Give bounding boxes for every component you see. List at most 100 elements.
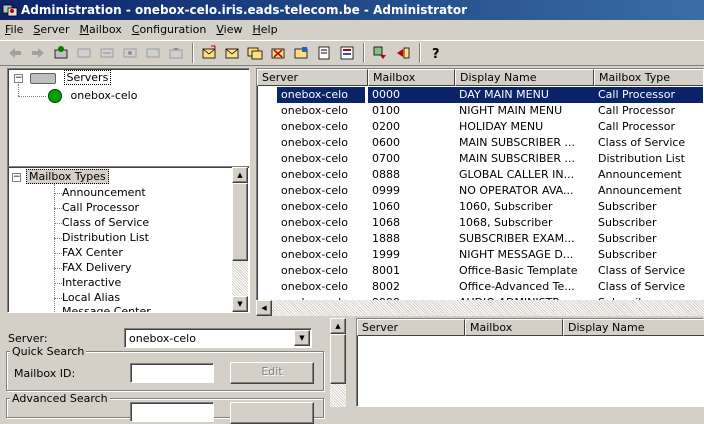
disconnect-icon[interactable] — [119, 43, 141, 63]
title-bar[interactable]: Administration - onebox-celo.iris.eads-t… — [0, 0, 704, 20]
edit-button[interactable]: Edit — [230, 362, 314, 384]
column-header-mailbox-type[interactable]: Mailbox Type — [594, 69, 703, 86]
cell-mailbox: 1999 — [372, 248, 400, 261]
table-row[interactable]: onebox-celo 0200 HOLIDAY MENU Call Processo… — [257, 119, 703, 135]
forward-icon[interactable] — [27, 43, 49, 63]
search-panel-scrollbar[interactable]: ▲ — [330, 318, 346, 407]
scroll-thumb[interactable] — [330, 334, 346, 384]
tree-item-message-center[interactable]: Message Center — [62, 304, 151, 312]
collapse-icon[interactable]: − — [14, 74, 23, 83]
table-row[interactable]: onebox-celo 1888 SUBSCRIBER EXAM... Subscri… — [257, 231, 703, 247]
table-row[interactable]: onebox-celo 0700 MAIN SUBSCRIBER ... Distri… — [257, 151, 703, 167]
results-grid[interactable]: Server Mailbox Display Name — [356, 318, 704, 407]
tree-item-class-of-service[interactable]: Class of Service — [62, 215, 149, 231]
table-row[interactable]: onebox-celo 0999 NO OPERATOR AVA... Announc… — [257, 183, 703, 199]
chevron-down-icon[interactable]: ▼ — [294, 330, 310, 346]
table-row[interactable]: onebox-celo 8002 Office-Advanced Te... Clas… — [257, 279, 703, 295]
results-column-header-display-name[interactable]: Display Name — [563, 319, 704, 336]
menu-configuration[interactable]: Configuration — [127, 21, 212, 39]
mailbox-grid[interactable]: Server Mailbox Display Name Mailbox Type… — [256, 68, 704, 311]
cell-type: Announcement — [598, 184, 682, 197]
tree-item-call-processor[interactable]: Call Processor — [62, 200, 139, 216]
tree-item-distribution-list[interactable]: Distribution List — [62, 230, 149, 246]
toolbar-separator — [192, 43, 194, 63]
edit-mailbox-icon[interactable] — [221, 43, 243, 63]
collapse-icon[interactable]: − — [12, 173, 21, 182]
cell-mailbox: 1068 — [372, 216, 400, 229]
toolbar: ? — [0, 40, 704, 66]
grid-hscrollbar[interactable]: ◀ — [256, 300, 704, 316]
cell-name: NO OPERATOR AVA... — [459, 184, 574, 197]
table-row[interactable]: onebox-celo 0600 MAIN SUBSCRIBER ... Class … — [257, 135, 703, 151]
table-row[interactable]: onebox-celo 0888 GLOBAL CALLER IN... Announ… — [257, 167, 703, 183]
cell-mailbox: 0999 — [372, 184, 400, 197]
tree-item-announcement[interactable]: Announcement — [62, 185, 146, 201]
tree-item-onebox-celo[interactable]: onebox-celo — [48, 88, 137, 104]
table-row[interactable]: onebox-celo 0100 NIGHT MAIN MENU Call Proce… — [257, 103, 703, 119]
exit-icon[interactable] — [392, 43, 414, 63]
scroll-down-icon[interactable]: ▼ — [232, 296, 248, 312]
connect-icon[interactable] — [96, 43, 118, 63]
delete-mailbox-icon[interactable] — [267, 43, 289, 63]
mailbox-types-tree[interactable]: − Mailbox Types Announcement Call Proces… — [7, 166, 250, 313]
table-row[interactable]: onebox-celo 1068 1068, Subscriber Subscribe… — [257, 215, 703, 231]
refresh-server-icon[interactable] — [142, 43, 164, 63]
menu-view[interactable]: View — [211, 21, 247, 39]
server-rack-icon — [30, 72, 56, 84]
mailbox-report-icon[interactable] — [290, 43, 312, 63]
cell-server: onebox-celo — [281, 152, 348, 165]
document-icon[interactable] — [313, 43, 335, 63]
server-tools-icon[interactable] — [165, 43, 187, 63]
server-properties-icon[interactable] — [73, 43, 95, 63]
cell-name: MAIN SUBSCRIBER ... — [459, 136, 576, 149]
menu-file[interactable]: File — [0, 21, 28, 39]
cell-server: onebox-celo — [281, 184, 348, 197]
cell-server: onebox-celo — [281, 280, 348, 293]
menu-server[interactable]: Server — [28, 21, 74, 39]
table-row[interactable]: onebox-celo 1999 NIGHT MESSAGE D... Subscri… — [257, 247, 703, 263]
advanced-search-input[interactable] — [130, 402, 214, 422]
table-row[interactable]: onebox-celo 8001 Office-Basic Template Clas… — [257, 263, 703, 279]
cell-server: onebox-celo — [281, 264, 348, 277]
add-server-icon[interactable] — [50, 43, 72, 63]
cell-name: GLOBAL CALLER IN... — [459, 168, 575, 181]
copy-mailbox-icon[interactable] — [244, 43, 266, 63]
help-icon[interactable]: ? — [425, 43, 447, 63]
advanced-search-label: Advanced Search — [10, 392, 110, 405]
cell-name: MAIN SUBSCRIBER ... — [459, 152, 576, 165]
results-column-header-mailbox[interactable]: Mailbox — [465, 319, 563, 336]
scroll-up-icon[interactable]: ▲ — [232, 167, 248, 183]
scroll-up-icon[interactable]: ▲ — [330, 318, 346, 334]
column-header-server[interactable]: Server — [257, 69, 368, 86]
servers-tree[interactable]: − Servers onebox-celo — [7, 68, 250, 173]
cell-type: Announcement — [598, 168, 682, 181]
menu-help[interactable]: Help — [247, 21, 282, 39]
server-select[interactable]: onebox-celo ▼ — [124, 328, 312, 348]
tree-item-fax-delivery[interactable]: FAX Delivery — [62, 260, 132, 276]
cell-mailbox: 8002 — [372, 280, 400, 293]
back-icon[interactable] — [4, 43, 26, 63]
cell-server: onebox-celo — [277, 87, 365, 103]
results-column-header-server[interactable]: Server — [357, 319, 465, 336]
cell-type: Subscriber — [598, 232, 657, 245]
transfer-icon[interactable] — [369, 43, 391, 63]
advanced-search-button[interactable] — [230, 402, 314, 424]
list-view-icon[interactable] — [336, 43, 358, 63]
tree-item-fax-center[interactable]: FAX Center — [62, 245, 123, 261]
scroll-thumb[interactable] — [232, 183, 248, 261]
cell-name: 1068, Subscriber — [459, 216, 553, 229]
new-mailbox-icon[interactable] — [198, 43, 220, 63]
table-row[interactable]: onebox-celo 1060 1060, Subscriber Subscribe… — [257, 199, 703, 215]
column-header-mailbox[interactable]: Mailbox — [368, 69, 455, 86]
table-row[interactable]: onebox-celo 0000 DAY MAIN MENU Call Process… — [257, 87, 703, 103]
column-header-display-name[interactable]: Display Name — [455, 69, 594, 86]
cell-type: Distribution List — [598, 152, 685, 165]
tree-item-mailbox-types[interactable]: Mailbox Types — [26, 169, 109, 185]
types-tree-scrollbar[interactable]: ▲ ▼ — [232, 167, 248, 312]
mailbox-id-input[interactable] — [130, 363, 214, 383]
tree-item-servers[interactable]: Servers — [30, 70, 112, 86]
menu-mailbox[interactable]: Mailbox — [75, 21, 127, 39]
tree-item-interactive[interactable]: Interactive — [62, 275, 121, 291]
scroll-left-icon[interactable]: ◀ — [256, 300, 272, 316]
cell-mailbox: 0000 — [368, 87, 455, 103]
